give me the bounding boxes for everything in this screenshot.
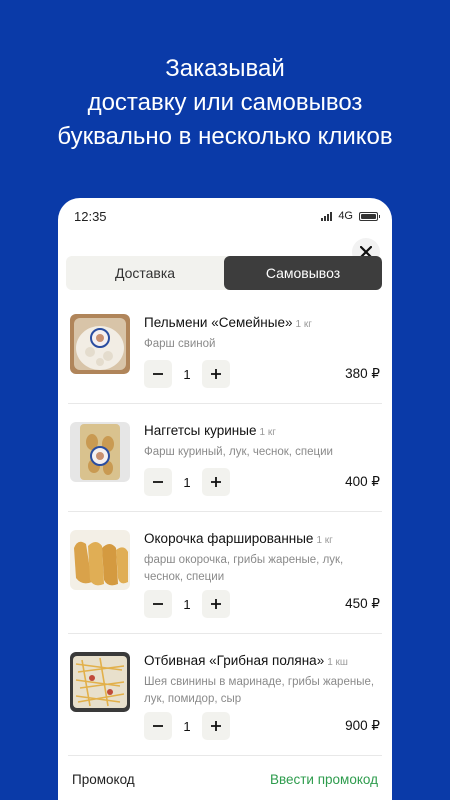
tab-delivery[interactable]: Доставка	[66, 256, 224, 290]
product-description: Фарш свиной	[144, 338, 216, 350]
tab-pickup[interactable]: Самовывоз	[224, 256, 382, 290]
product-weight: 1 кг	[295, 319, 312, 330]
plus-icon	[211, 599, 221, 609]
signal-icon	[321, 211, 333, 221]
product-info: Наггетсы куриные 1 кг Фарш куриный, лук, …	[144, 422, 380, 461]
product-name: Окорочка фаршированные	[144, 531, 314, 546]
quantity-value: 1	[183, 596, 191, 612]
headline-line-3: буквально в несколько кликов	[57, 123, 393, 150]
product-image	[70, 652, 130, 712]
plus-icon	[211, 477, 221, 487]
cart-list: Пельмени «Семейные» 1 кг Фарш свиной 1 38…	[58, 296, 392, 756]
product-name: Отбивная «Грибная поляна»	[144, 653, 325, 668]
product-weight: 1 кш	[327, 657, 348, 668]
plus-icon	[211, 721, 221, 731]
minus-icon	[153, 481, 163, 483]
product-info: Пельмени «Семейные» 1 кг Фарш свиной	[144, 314, 380, 353]
product-name: Наггетсы куриные	[144, 423, 257, 438]
minus-icon	[153, 603, 163, 605]
increase-button[interactable]	[202, 712, 230, 740]
status-icons: 4G	[321, 210, 380, 222]
product-image	[70, 530, 130, 590]
promo-code-row: Промокод Ввести промокод	[72, 772, 378, 787]
product-image	[70, 314, 130, 374]
product-info: Окорочка фаршированные 1 кг фарш окорочка…	[144, 530, 380, 586]
quantity-stepper: 1	[144, 712, 230, 740]
increase-button[interactable]	[202, 590, 230, 618]
product-image	[70, 422, 130, 482]
product-price: 450 ₽	[345, 596, 380, 611]
quantity-value: 1	[183, 718, 191, 734]
minus-icon	[153, 725, 163, 727]
quantity-stepper: 1	[144, 590, 230, 618]
quantity-stepper: 1	[144, 468, 230, 496]
headline-line-1: Заказывай	[165, 55, 285, 82]
product-weight: 1 кг	[259, 427, 276, 438]
quantity-value: 1	[183, 474, 191, 490]
cart-item: Отбивная «Грибная поляна» 1 кш Шея свинин…	[68, 634, 382, 756]
product-price: 380 ₽	[345, 366, 380, 381]
product-name: Пельмени «Семейные»	[144, 315, 293, 330]
cart-item: Пельмени «Семейные» 1 кг Фарш свиной 1 38…	[68, 296, 382, 404]
status-time: 12:35	[74, 208, 107, 224]
phone-screen: 12:35 4G Доставка Самовывоз Пельмени «Се…	[58, 198, 392, 800]
increase-button[interactable]	[202, 360, 230, 388]
decrease-button[interactable]	[144, 590, 172, 618]
quantity-value: 1	[183, 366, 191, 382]
decrease-button[interactable]	[144, 468, 172, 496]
product-price: 900 ₽	[345, 718, 380, 733]
network-type: 4G	[338, 210, 353, 222]
increase-button[interactable]	[202, 468, 230, 496]
product-description: Шея свинины в маринаде, грибы жареные, л…	[144, 676, 375, 705]
minus-icon	[153, 373, 163, 375]
cart-item: Окорочка фаршированные 1 кг фарш окорочка…	[68, 512, 382, 634]
product-description: фарш окорочка, грибы жареные, лук, чесно…	[144, 554, 344, 583]
plus-icon	[211, 369, 221, 379]
decrease-button[interactable]	[144, 712, 172, 740]
product-description: Фарш куриный, лук, чеснок, специи	[144, 446, 333, 458]
cart-item: Наггетсы куриные 1 кг Фарш куриный, лук, …	[68, 404, 382, 512]
battery-icon	[359, 211, 380, 221]
delivery-mode-tabs: Доставка Самовывоз	[66, 256, 382, 290]
decrease-button[interactable]	[144, 360, 172, 388]
product-info: Отбивная «Грибная поляна» 1 кш Шея свинин…	[144, 652, 380, 708]
product-weight: 1 кг	[316, 535, 333, 546]
promo-code-label: Промокод	[72, 772, 135, 787]
enter-promo-code-link[interactable]: Ввести промокод	[270, 772, 378, 787]
status-bar: 12:35 4G	[58, 198, 392, 234]
promo-headline: Заказывай доставку или самовывоз букваль…	[0, 52, 450, 154]
headline-line-2: доставку или самовывоз	[87, 89, 363, 116]
quantity-stepper: 1	[144, 360, 230, 388]
product-price: 400 ₽	[345, 474, 380, 489]
